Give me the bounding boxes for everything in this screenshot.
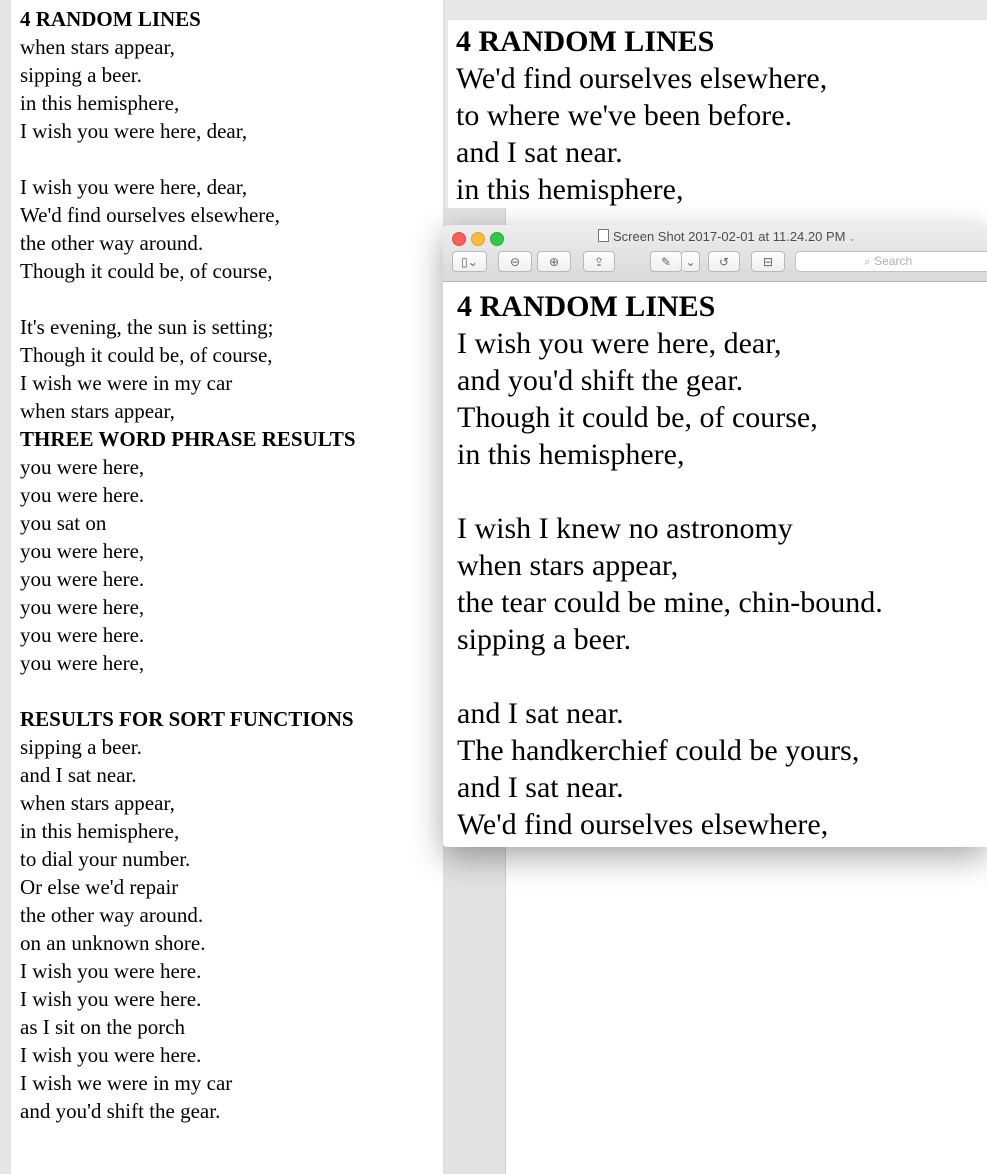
left-line: you were here. (20, 567, 145, 591)
document-icon (598, 229, 609, 242)
left-line: in this hemisphere, (20, 819, 180, 843)
zoom-out-icon: ⊖ (509, 254, 521, 269)
left-line: when stars appear, (20, 35, 175, 59)
left-line: on an unknown shore. (20, 931, 206, 955)
left-browser-page: 4 RANDOM LINES when stars appear, sipping … (11, 0, 443, 1174)
left-line: when stars appear, (20, 791, 175, 815)
preview-line-spacer (457, 658, 883, 695)
left-line-spacer (20, 677, 356, 705)
left-line: I wish you were here, dear, (20, 175, 248, 199)
search-field[interactable]: ⌕ Search (795, 251, 987, 272)
window-title-text: Screen Shot 2017-02-01 at 11.24.20 PM (613, 229, 846, 244)
markup-toolbar-button[interactable]: ⊟ (751, 251, 785, 272)
minimize-window-button[interactable] (471, 232, 485, 246)
left-line: the other way around. (20, 231, 204, 255)
left-window-edge (0, 0, 11, 1174)
sidebar-toggle-button[interactable]: ▯⌄ (452, 251, 487, 272)
left-text-content: 4 RANDOM LINES when stars appear, sipping … (20, 5, 356, 1125)
left-line: We'd find ourselves elsewhere, (20, 203, 280, 227)
rotate-button[interactable]: ↺ (708, 251, 740, 272)
left-line: the other way around. (20, 903, 204, 927)
preview-line: in this hemisphere, (457, 438, 685, 471)
left-line: and I sat near. (20, 763, 137, 787)
preview-line: and you'd shift the gear. (457, 364, 744, 397)
window-title[interactable]: Screen Shot 2017-02-01 at 11.24.20 PM ⌄ (598, 229, 856, 244)
left-line: sipping a beer. (20, 63, 142, 87)
left-line: I wish you were here, dear, (20, 119, 248, 143)
chevron-down-icon: ⌄ (685, 254, 696, 269)
left-line: I wish you were here. (20, 959, 202, 983)
pen-icon: ✎ (660, 254, 672, 269)
left-line-spacer (20, 285, 356, 313)
left-line: you were here. (20, 623, 145, 647)
search-placeholder: Search (874, 254, 913, 268)
markup-button[interactable]: ✎ (650, 251, 682, 272)
left-line-heading: RESULTS FOR SORT FUNCTIONS (20, 707, 354, 731)
left-line: Though it could be, of course, (20, 259, 273, 283)
left-line: when stars appear, (20, 399, 175, 423)
share-button[interactable]: ⇪ (583, 251, 615, 272)
left-line: you were here, (20, 595, 145, 619)
top-line: to where we've been before. (456, 99, 793, 132)
top-line: in this hemisphere, (456, 173, 684, 206)
sidebar-icon: ▯⌄ (461, 254, 478, 269)
top-text-content: 4 RANDOM LINES We'd find ourselves elsewh… (456, 23, 827, 208)
maximize-window-button[interactable] (490, 232, 504, 246)
top-line: We'd find ourselves elsewhere, (456, 62, 828, 95)
left-line: It's evening, the sun is setting; (20, 315, 274, 339)
zoom-in-button[interactable]: ⊕ (537, 251, 571, 272)
left-line: Though it could be, of course, (20, 343, 273, 367)
top-line-heading: 4 RANDOM LINES (456, 25, 715, 58)
left-line: in this hemisphere, (20, 91, 180, 115)
markup-menu-button[interactable]: ⌄ (682, 251, 700, 272)
left-line-spacer (20, 145, 356, 173)
left-line: you were here, (20, 455, 145, 479)
top-line: and I sat near. (456, 136, 623, 169)
share-icon: ⇪ (593, 254, 605, 269)
preview-text-content: 4 RANDOM LINES I wish you were here, dear… (457, 288, 883, 843)
rotate-icon: ↺ (718, 254, 730, 269)
left-line: as I sit on the porch (20, 1015, 186, 1039)
left-line: sipping a beer. (20, 735, 142, 759)
left-line: I wish we were in my car (20, 1071, 233, 1095)
left-line: I wish we were in my car (20, 371, 233, 395)
top-browser-window: 4 RANDOM LINES We'd find ourselves elsewh… (445, 0, 987, 208)
preview-line-heading: 4 RANDOM LINES (457, 290, 716, 323)
preview-line: I wish I knew no astronomy (457, 512, 793, 545)
left-line: Or else we'd repair (20, 875, 179, 899)
preview-line: the tear could be mine, chin-bound. (457, 586, 883, 619)
left-line: you were here, (20, 651, 145, 675)
top-window-panel: 4 RANDOM LINES We'd find ourselves elsewh… (448, 20, 987, 208)
preview-line-spacer (457, 473, 883, 510)
left-line: you were here. (20, 483, 145, 507)
preview-line: I wish you were here, dear, (457, 327, 782, 360)
close-window-button[interactable] (452, 232, 466, 246)
preview-line: and I sat near. (457, 697, 624, 730)
preview-window: Screen Shot 2017-02-01 at 11.24.20 PM ⌄ ▯… (443, 225, 987, 847)
left-line: and you'd shift the gear. (20, 1099, 221, 1123)
search-icon: ⌕ (864, 255, 871, 268)
left-line: you sat on (20, 511, 107, 535)
preview-line: sipping a beer. (457, 623, 632, 656)
left-line-heading: THREE WORD PHRASE RESULTS (20, 427, 356, 451)
preview-line: The handkerchief could be yours, (457, 734, 860, 767)
preview-line: and I sat near. (457, 771, 624, 804)
title-chevron-down-icon: ⌄ (848, 233, 857, 243)
zoom-out-button[interactable]: ⊖ (498, 251, 532, 272)
zoom-in-icon: ⊕ (548, 254, 560, 269)
preview-titlebar: Screen Shot 2017-02-01 at 11.24.20 PM ⌄ ▯… (443, 225, 987, 282)
left-line: to dial your number. (20, 847, 191, 871)
preview-line: when stars appear, (457, 549, 679, 582)
left-line: you were here, (20, 539, 145, 563)
left-line: I wish you were here. (20, 987, 202, 1011)
toolbox-icon: ⊟ (762, 254, 774, 269)
left-line: I wish you were here. (20, 1043, 202, 1067)
left-line-heading: 4 RANDOM LINES (20, 7, 201, 31)
preview-line: Though it could be, of course, (457, 401, 818, 434)
preview-line: We'd find ourselves elsewhere, (457, 808, 829, 841)
